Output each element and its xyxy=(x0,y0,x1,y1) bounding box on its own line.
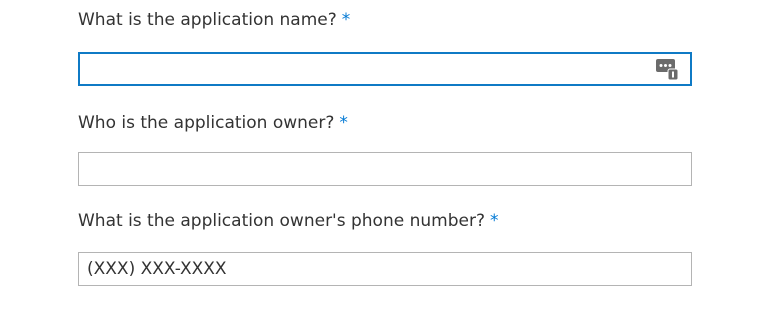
question-label: What is the application owner's phone nu… xyxy=(78,210,692,232)
owner-phone-input[interactable] xyxy=(78,252,692,286)
required-asterisk: * xyxy=(339,113,348,133)
question-application-name: What is the application name? * xyxy=(78,9,692,86)
question-label: What is the application name? * xyxy=(78,9,692,31)
question-label-text: What is the application name? xyxy=(78,10,337,30)
required-asterisk: * xyxy=(341,10,351,30)
application-name-input[interactable] xyxy=(78,52,692,86)
required-asterisk: * xyxy=(489,211,499,231)
password-manager-icon[interactable] xyxy=(655,57,679,81)
input-wrapper xyxy=(78,52,692,86)
question-owner-phone: What is the application owner's phone nu… xyxy=(78,210,692,286)
application-owner-input[interactable] xyxy=(78,152,692,186)
question-application-owner: Who is the application owner? * xyxy=(78,112,692,186)
question-label-text: Who is the application owner? xyxy=(78,113,335,133)
question-label-text: What is the application owner's phone nu… xyxy=(78,211,485,231)
question-label: Who is the application owner? * xyxy=(78,112,692,134)
